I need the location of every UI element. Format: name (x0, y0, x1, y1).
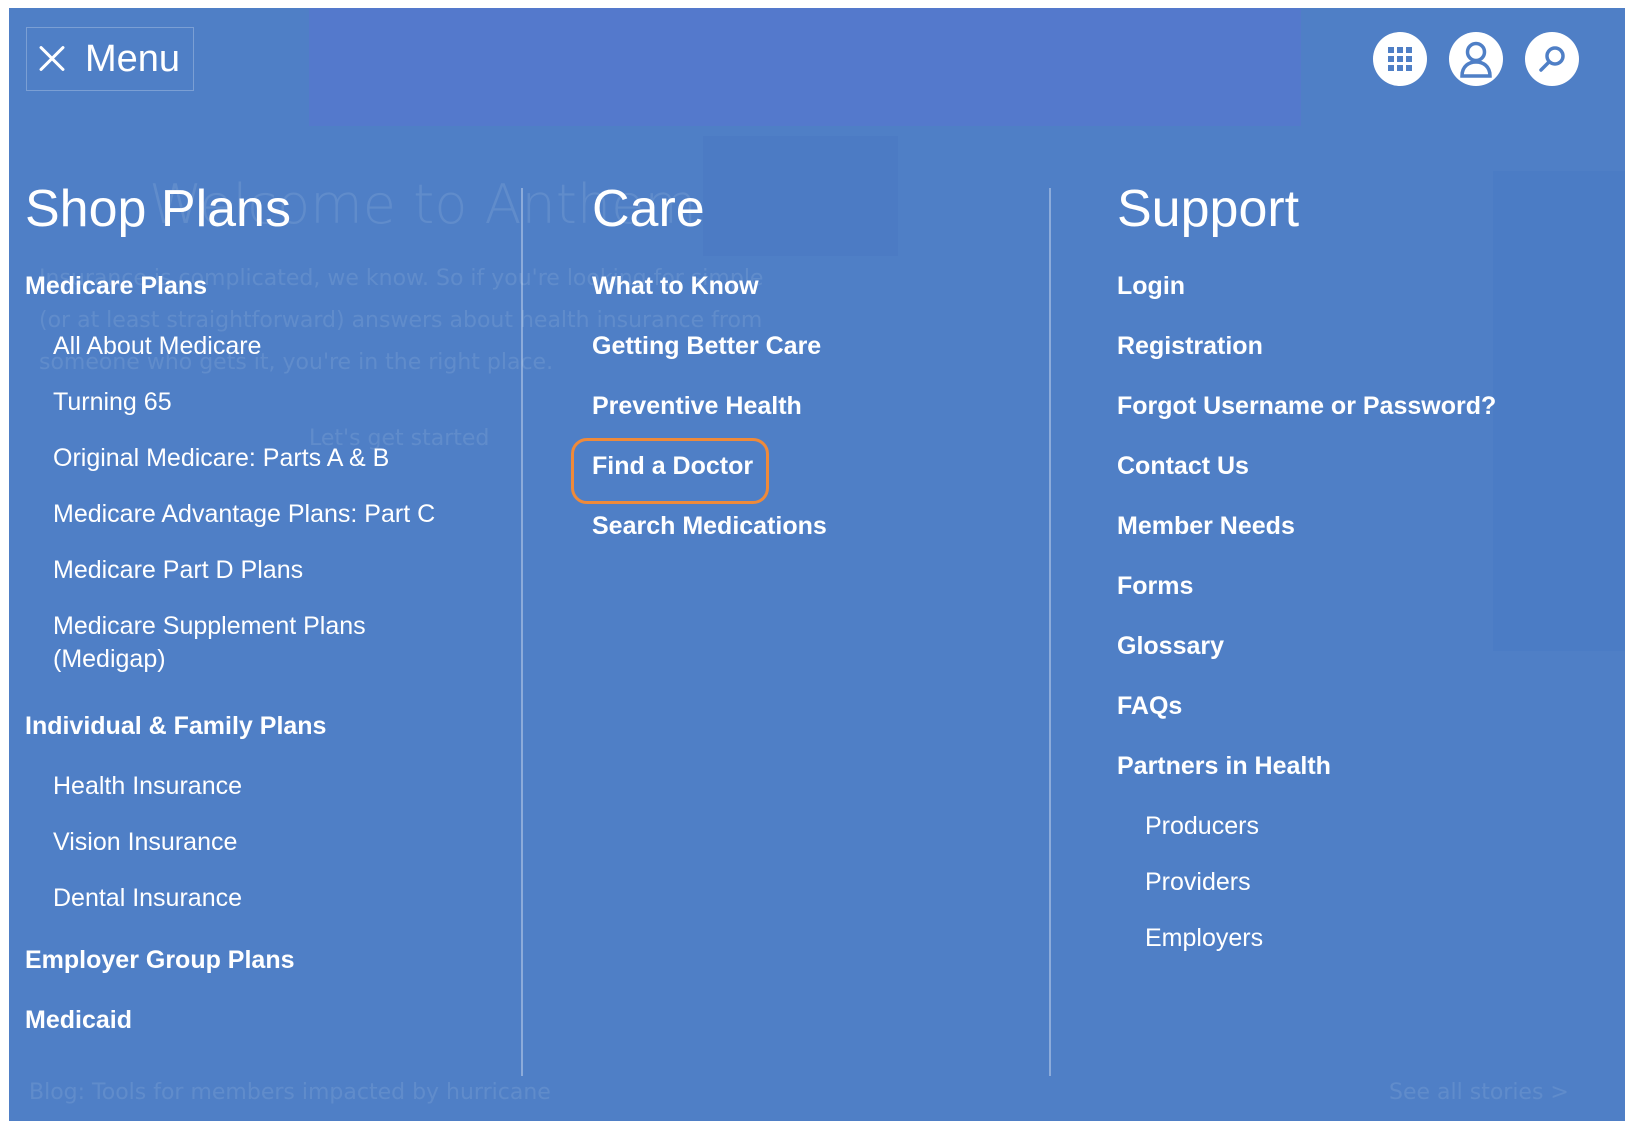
care-column: Care What to Know Getting Better Care Pr… (592, 178, 1072, 568)
column-divider (521, 188, 523, 1076)
nav-medicare-plans[interactable]: Medicare Plans (25, 268, 505, 330)
care-heading: Care (592, 180, 705, 238)
nav-medicare-part-d[interactable]: Medicare Part D Plans (25, 554, 505, 610)
nav-registration[interactable]: Registration (1117, 328, 1617, 388)
header-background-band (309, 8, 1301, 126)
account-button[interactable] (1449, 32, 1503, 86)
apps-button[interactable] (1373, 32, 1427, 86)
user-icon (1460, 41, 1492, 78)
background-footer-link: See all stories > (1389, 1080, 1569, 1105)
nav-glossary[interactable]: Glossary (1117, 628, 1617, 688)
nav-medicaid[interactable]: Medicaid (25, 1002, 505, 1042)
shop-plans-column: Shop Plans Medicare Plans All About Medi… (25, 178, 505, 1042)
support-heading: Support (1117, 180, 1300, 238)
nav-providers[interactable]: Providers (1117, 866, 1617, 922)
background-footer-text: Blog: Tools for members impacted by hurr… (29, 1080, 551, 1105)
nav-partners-in-health[interactable]: Partners in Health (1117, 748, 1617, 810)
nav-medicare-advantage[interactable]: Medicare Advantage Plans: Part C (25, 498, 505, 554)
support-column: Support Login Registration Forgot Userna… (1117, 178, 1617, 978)
nav-forgot-credentials[interactable]: Forgot Username or Password? (1117, 388, 1617, 448)
nav-login[interactable]: Login (1117, 268, 1617, 328)
nav-employer-group-plans[interactable]: Employer Group Plans (25, 942, 505, 1002)
nav-all-about-medicare[interactable]: All About Medicare (25, 330, 505, 386)
close-menu-button[interactable]: Menu (26, 27, 194, 91)
nav-employers[interactable]: Employers (1117, 922, 1617, 978)
nav-health-insurance[interactable]: Health Insurance (25, 770, 505, 826)
search-icon (1539, 46, 1565, 72)
nav-search-medications[interactable]: Search Medications (592, 508, 1072, 568)
nav-getting-better-care[interactable]: Getting Better Care (592, 328, 1072, 388)
nav-original-medicare[interactable]: Original Medicare: Parts A & B (25, 442, 505, 498)
grid-icon (1388, 47, 1412, 71)
nav-turning-65[interactable]: Turning 65 (25, 386, 505, 442)
nav-medicare-supplement[interactable]: Medicare Supplement Plans (Medigap) (25, 610, 383, 708)
nav-member-needs[interactable]: Member Needs (1117, 508, 1617, 568)
nav-forms[interactable]: Forms (1117, 568, 1617, 628)
header-icon-group (1373, 32, 1579, 86)
nav-producers[interactable]: Producers (1117, 810, 1617, 866)
find-a-doctor-highlight (571, 438, 769, 504)
nav-dental-insurance[interactable]: Dental Insurance (25, 882, 505, 942)
search-button[interactable] (1525, 32, 1579, 86)
nav-what-to-know[interactable]: What to Know (592, 268, 1072, 328)
nav-contact-us[interactable]: Contact Us (1117, 448, 1617, 508)
nav-faqs[interactable]: FAQs (1117, 688, 1617, 748)
close-icon (33, 41, 69, 77)
nav-individual-family-plans[interactable]: Individual & Family Plans (25, 708, 505, 770)
shop-plans-heading: Shop Plans (25, 180, 291, 238)
nav-vision-insurance[interactable]: Vision Insurance (25, 826, 505, 882)
menu-label: Menu (85, 37, 181, 80)
menu-overlay: Welcome to Anthem Insurance is complicat… (9, 8, 1625, 1121)
